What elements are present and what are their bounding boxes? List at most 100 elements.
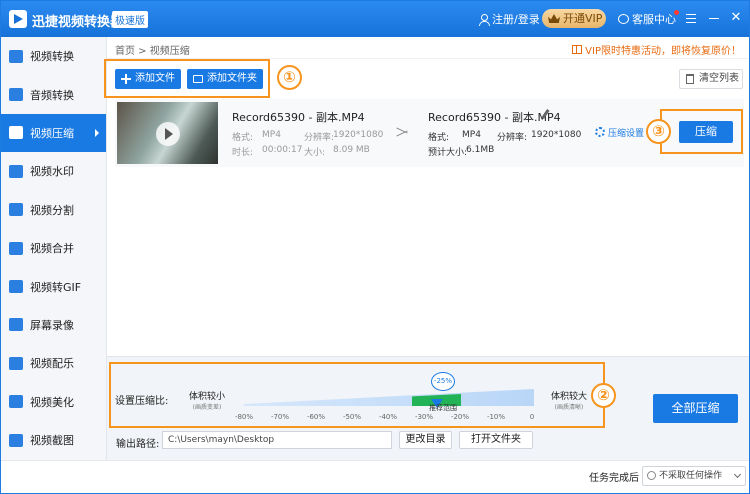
sidebar-item[interactable]: 视频水印: [1, 152, 106, 190]
vip-label: 开通VIP: [563, 12, 603, 25]
user-icon: [479, 13, 490, 26]
music-icon: [9, 356, 23, 370]
trash-icon: [686, 74, 694, 84]
slider-tick-label: -50%: [342, 413, 362, 421]
target-format-label: 格式:: [428, 133, 450, 143]
estimated-size: 6.1MB: [466, 145, 495, 155]
screenshot-icon: [9, 433, 23, 447]
output-path-field[interactable]: [162, 431, 392, 449]
source-duration: 00:00:17: [262, 145, 303, 155]
annotation-marker-1: ①: [277, 65, 302, 90]
compression-ratio-label: 设置压缩比:: [115, 396, 169, 407]
source-size-label: 大小:: [304, 148, 326, 158]
screen-record-icon: [9, 318, 23, 332]
audio-convert-icon: [9, 88, 23, 102]
compress-button[interactable]: 压缩: [679, 121, 733, 143]
clear-list-button[interactable]: 清空列表: [679, 69, 743, 89]
sidebar-item[interactable]: 视频合并: [1, 229, 106, 267]
gift-icon: [572, 45, 583, 54]
sidebar-item[interactable]: 视频截图: [1, 421, 106, 459]
video-convert-icon: [9, 49, 23, 63]
sidebar-item[interactable]: 视频配乐: [1, 344, 106, 382]
annotation-marker-2: ②: [591, 383, 616, 408]
target-resolution: 1920*1080: [531, 130, 582, 140]
slider-tick-label: -30%: [414, 413, 434, 421]
larger-size-text: 体积较大: [551, 392, 588, 402]
chevron-right-icon: [95, 128, 99, 137]
sidebar-item-label: 视频水印: [30, 165, 74, 179]
video-compress-icon: [9, 126, 23, 140]
slider-tick-label: -20%: [450, 413, 470, 421]
after-task-label: 任务完成后: [589, 473, 639, 484]
sidebar: 视频转换音频转换视频压缩视频水印视频分割视频合并视频转GIF 屏幕录像视频配乐视频…: [1, 37, 107, 460]
sidebar-item-label: 视频分割: [30, 203, 74, 217]
annotation-box-1: [104, 59, 270, 98]
vip-promo-link[interactable]: VIP限时特惠活动，即将恢复原价！: [572, 42, 741, 57]
split-icon: [9, 203, 23, 217]
sidebar-item[interactable]: 视频压缩: [1, 113, 106, 153]
slider-tick-label: -70%: [270, 413, 290, 421]
chevron-down-icon: [733, 470, 742, 479]
app-title: 迅捷视频转换器: [32, 15, 124, 30]
after-task-value: 不采取任何操作: [659, 471, 723, 481]
compress-settings-link[interactable]: 压缩设置: [608, 126, 644, 139]
slider-tick-label: -10%: [486, 413, 506, 421]
slider-tick-label: 0: [529, 413, 535, 421]
close-button[interactable]: ✕: [729, 11, 743, 25]
breadcrumb-bar: 首页 > 视频压缩 VIP限时特惠活动，即将恢复原价！: [107, 37, 749, 59]
sidebar-item-label: 视频配乐: [30, 357, 74, 371]
sidebar-item-label: 音频转换: [30, 88, 74, 102]
customer-service-button[interactable]: 客服中心: [618, 11, 676, 27]
play-icon[interactable]: [156, 122, 180, 146]
minimize-button[interactable]: [707, 11, 721, 25]
slider-tick-label: -60%: [306, 413, 326, 421]
source-resolution: 1920*1080: [333, 130, 384, 140]
smaller-size-label: 体积较小 (画质变差): [189, 389, 225, 411]
vip-button[interactable]: 开通VIP: [542, 9, 606, 28]
sidebar-item[interactable]: 屏幕录像: [1, 306, 106, 344]
slider-tick-label: -80%: [234, 413, 254, 421]
larger-size-note: (画质清晰): [554, 404, 584, 411]
clear-list-label: 清空列表: [699, 73, 739, 84]
output-path-label: 输出路径:: [116, 439, 160, 450]
chat-icon: [618, 14, 629, 24]
change-directory-button[interactable]: 更改目录: [399, 431, 452, 449]
sidebar-item-label: 视频美化: [30, 395, 74, 409]
sidebar-item-label: 视频截图: [30, 434, 74, 448]
source-format: MP4: [262, 130, 281, 140]
slider-value-bubble[interactable]: -25%: [431, 372, 455, 391]
sidebar-item-label: 视频转换: [30, 50, 74, 64]
beautify-icon: [9, 395, 23, 409]
video-thumbnail[interactable]: [117, 102, 218, 164]
notification-dot: [674, 10, 679, 15]
service-label: 客服中心: [632, 13, 676, 26]
crown-icon: [548, 14, 560, 23]
sidebar-item-label: 视频转GIF: [30, 280, 82, 294]
sidebar-item[interactable]: 视频转换: [1, 37, 106, 75]
compress-all-button[interactable]: 全部压缩: [653, 394, 738, 423]
target-resolution-label: 分辨率:: [497, 133, 528, 143]
source-file-name: Record65390 - 副本.MP4: [232, 111, 365, 124]
after-task-select[interactable]: 不采取任何操作: [642, 466, 746, 486]
sidebar-item[interactable]: 视频分割: [1, 191, 106, 229]
app-logo-icon: [9, 10, 27, 28]
breadcrumb: 首页 > 视频压缩: [115, 46, 190, 57]
sidebar-item[interactable]: 视频转GIF: [1, 267, 106, 305]
login-label: 注册/登录: [492, 13, 540, 26]
source-format-label: 格式:: [232, 133, 254, 143]
gear-icon[interactable]: [595, 127, 605, 137]
sidebar-item-label: 视频合并: [30, 242, 74, 256]
sidebar-item-label: 视频压缩: [30, 126, 74, 140]
smaller-size-note: (画质变差): [192, 404, 222, 411]
sidebar-item[interactable]: 视频美化: [1, 383, 106, 421]
smaller-size-text: 体积较小: [189, 392, 226, 402]
sidebar-item[interactable]: 音频转换: [1, 75, 106, 113]
merge-icon: [9, 241, 23, 255]
larger-size-label: 体积较大 (画质清晰): [551, 389, 587, 411]
open-folder-button[interactable]: 打开文件夹: [459, 431, 533, 449]
edition-badge: 极速版: [112, 11, 148, 28]
menu-button[interactable]: [684, 11, 698, 25]
watermark-icon: [9, 164, 23, 178]
convert-arrow-icon: [396, 127, 410, 137]
login-button[interactable]: 注册/登录: [479, 11, 540, 27]
